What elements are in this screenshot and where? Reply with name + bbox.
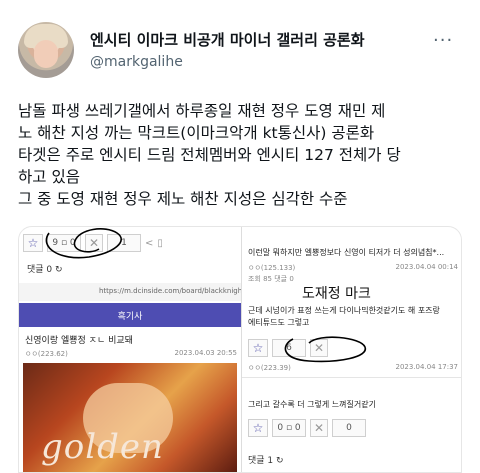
close-icon: ✕ [85,234,103,252]
close-icon: ✕ [310,339,328,357]
dislike-count: 1 [107,234,141,252]
vote-bar: ☆ 0 ▫ 0 ✕ 0 [248,419,366,437]
user-handle[interactable]: @markgalihe [90,54,183,70]
left-screenshot: ☆ 9 ▫ 0 ✕ 1 < ▯ 댓글 0 ↻ https://m.dcinsid… [19,227,241,472]
vote-bar: ☆ 6 ✕ [248,339,328,357]
vote-count: 9 ▫ 0 [47,234,81,252]
more-horizontal-icon[interactable]: ··· [433,30,453,51]
meta-date: 2023.04.04 17:37 [395,363,458,371]
url-bar: https://m.dcinside.com/board/blackknight… [19,283,241,301]
star-icon: ☆ [23,234,43,252]
vote-count: 6 [272,339,306,357]
meta-user: ㅇㅇ(223.62) [25,350,68,358]
meta-date: 2023.04.03 20:55 [174,349,237,357]
display-name[interactable]: 엔시티 이마크 비공개 마이너 갤러리 공론화 [90,29,365,50]
tweet-text: 남돌 파생 쓰레기갤에서 하루종일 재현 정우 도영 재민 제 노 해찬 지성 … [18,100,470,210]
bookmark-icon: ▯ [157,237,163,249]
divider [242,377,461,378]
avatar-face [34,40,58,68]
tweet-line: 그 중 도영 재현 정우 제노 해찬 지성은 심각한 수준 [18,190,348,208]
right-screenshot: 이런말 뭐하지만 엘뿅정보다 신영이 티저가 더 성의념침*... ㅇㅇ(125… [241,227,461,472]
vote-bar: ☆ 9 ▫ 0 ✕ 1 < ▯ [23,233,163,253]
post-meta: ㅇㅇ(223.39) 2023.04.04 17:37 [248,363,458,373]
profile-avatar[interactable] [18,22,74,78]
meta-date: 2023.04.04 00:14 [395,263,458,271]
tweet-line: 타겟은 주로 엔시티 드림 전체멤버와 엔시티 127 전체가 당 [18,146,401,164]
handwritten-label: 도재정 마크 [302,286,371,302]
post-title: 신영이랑 엘뿅정 ㅈㄴ 비교돼 [25,336,133,346]
star-icon: ☆ [248,419,268,437]
board-bar: 흑기사 [19,303,241,327]
post-photo: golden [23,363,237,472]
star-icon: ☆ [248,339,268,357]
view-count: 조회 85 댓글 0 [248,275,294,283]
post-meta: ㅇㅇ(223.62) 2023.04.03 20:55 [25,349,237,359]
close-icon: ✕ [310,419,328,437]
tweet-line: 노 해찬 지성 까는 막크트(이마크악개 kt통신사) 공론화 [18,124,375,142]
tweet-line: 하고 있음 [18,168,80,186]
photo-text: golden [41,427,164,467]
meta-user: ㅇㅇ(223.39) [248,364,291,372]
body-line: 근데 시넝이가 표정 쓰는게 다이나믹한것같기도 해 포즈랑 [248,306,440,315]
body-line: 에티튜드도 그렇고 [248,318,310,327]
share-icon: < [145,237,154,249]
post-title: 이런말 뭐하지만 엘뿅정보다 신영이 티저가 더 성의념침*... [248,248,445,257]
dislike-count: 0 [332,419,366,437]
comment-count: 댓글 1 ↻ [248,456,284,466]
meta-user: ㅇㅇ(125.133) [248,264,296,272]
post-meta: ㅇㅇ(125.133) 2023.04.04 00:14 [248,263,458,273]
comment-count: 댓글 0 ↻ [27,265,63,275]
post-body: 근데 시넝이가 표정 쓰는게 다이나믹한것같기도 해 포즈랑 에티튜드도 그렇고 [248,305,460,329]
tweet-media[interactable]: ☆ 9 ▫ 0 ✕ 1 < ▯ 댓글 0 ↻ https://m.dcinsid… [18,226,462,473]
vote-count: 0 ▫ 0 [272,419,306,437]
post-body: 그리고 갈수록 더 그렇게 느껴질거같기 [248,400,376,409]
tweet-line: 남돌 파생 쓰레기갤에서 하루종일 재현 정우 도영 재민 제 [18,102,386,120]
